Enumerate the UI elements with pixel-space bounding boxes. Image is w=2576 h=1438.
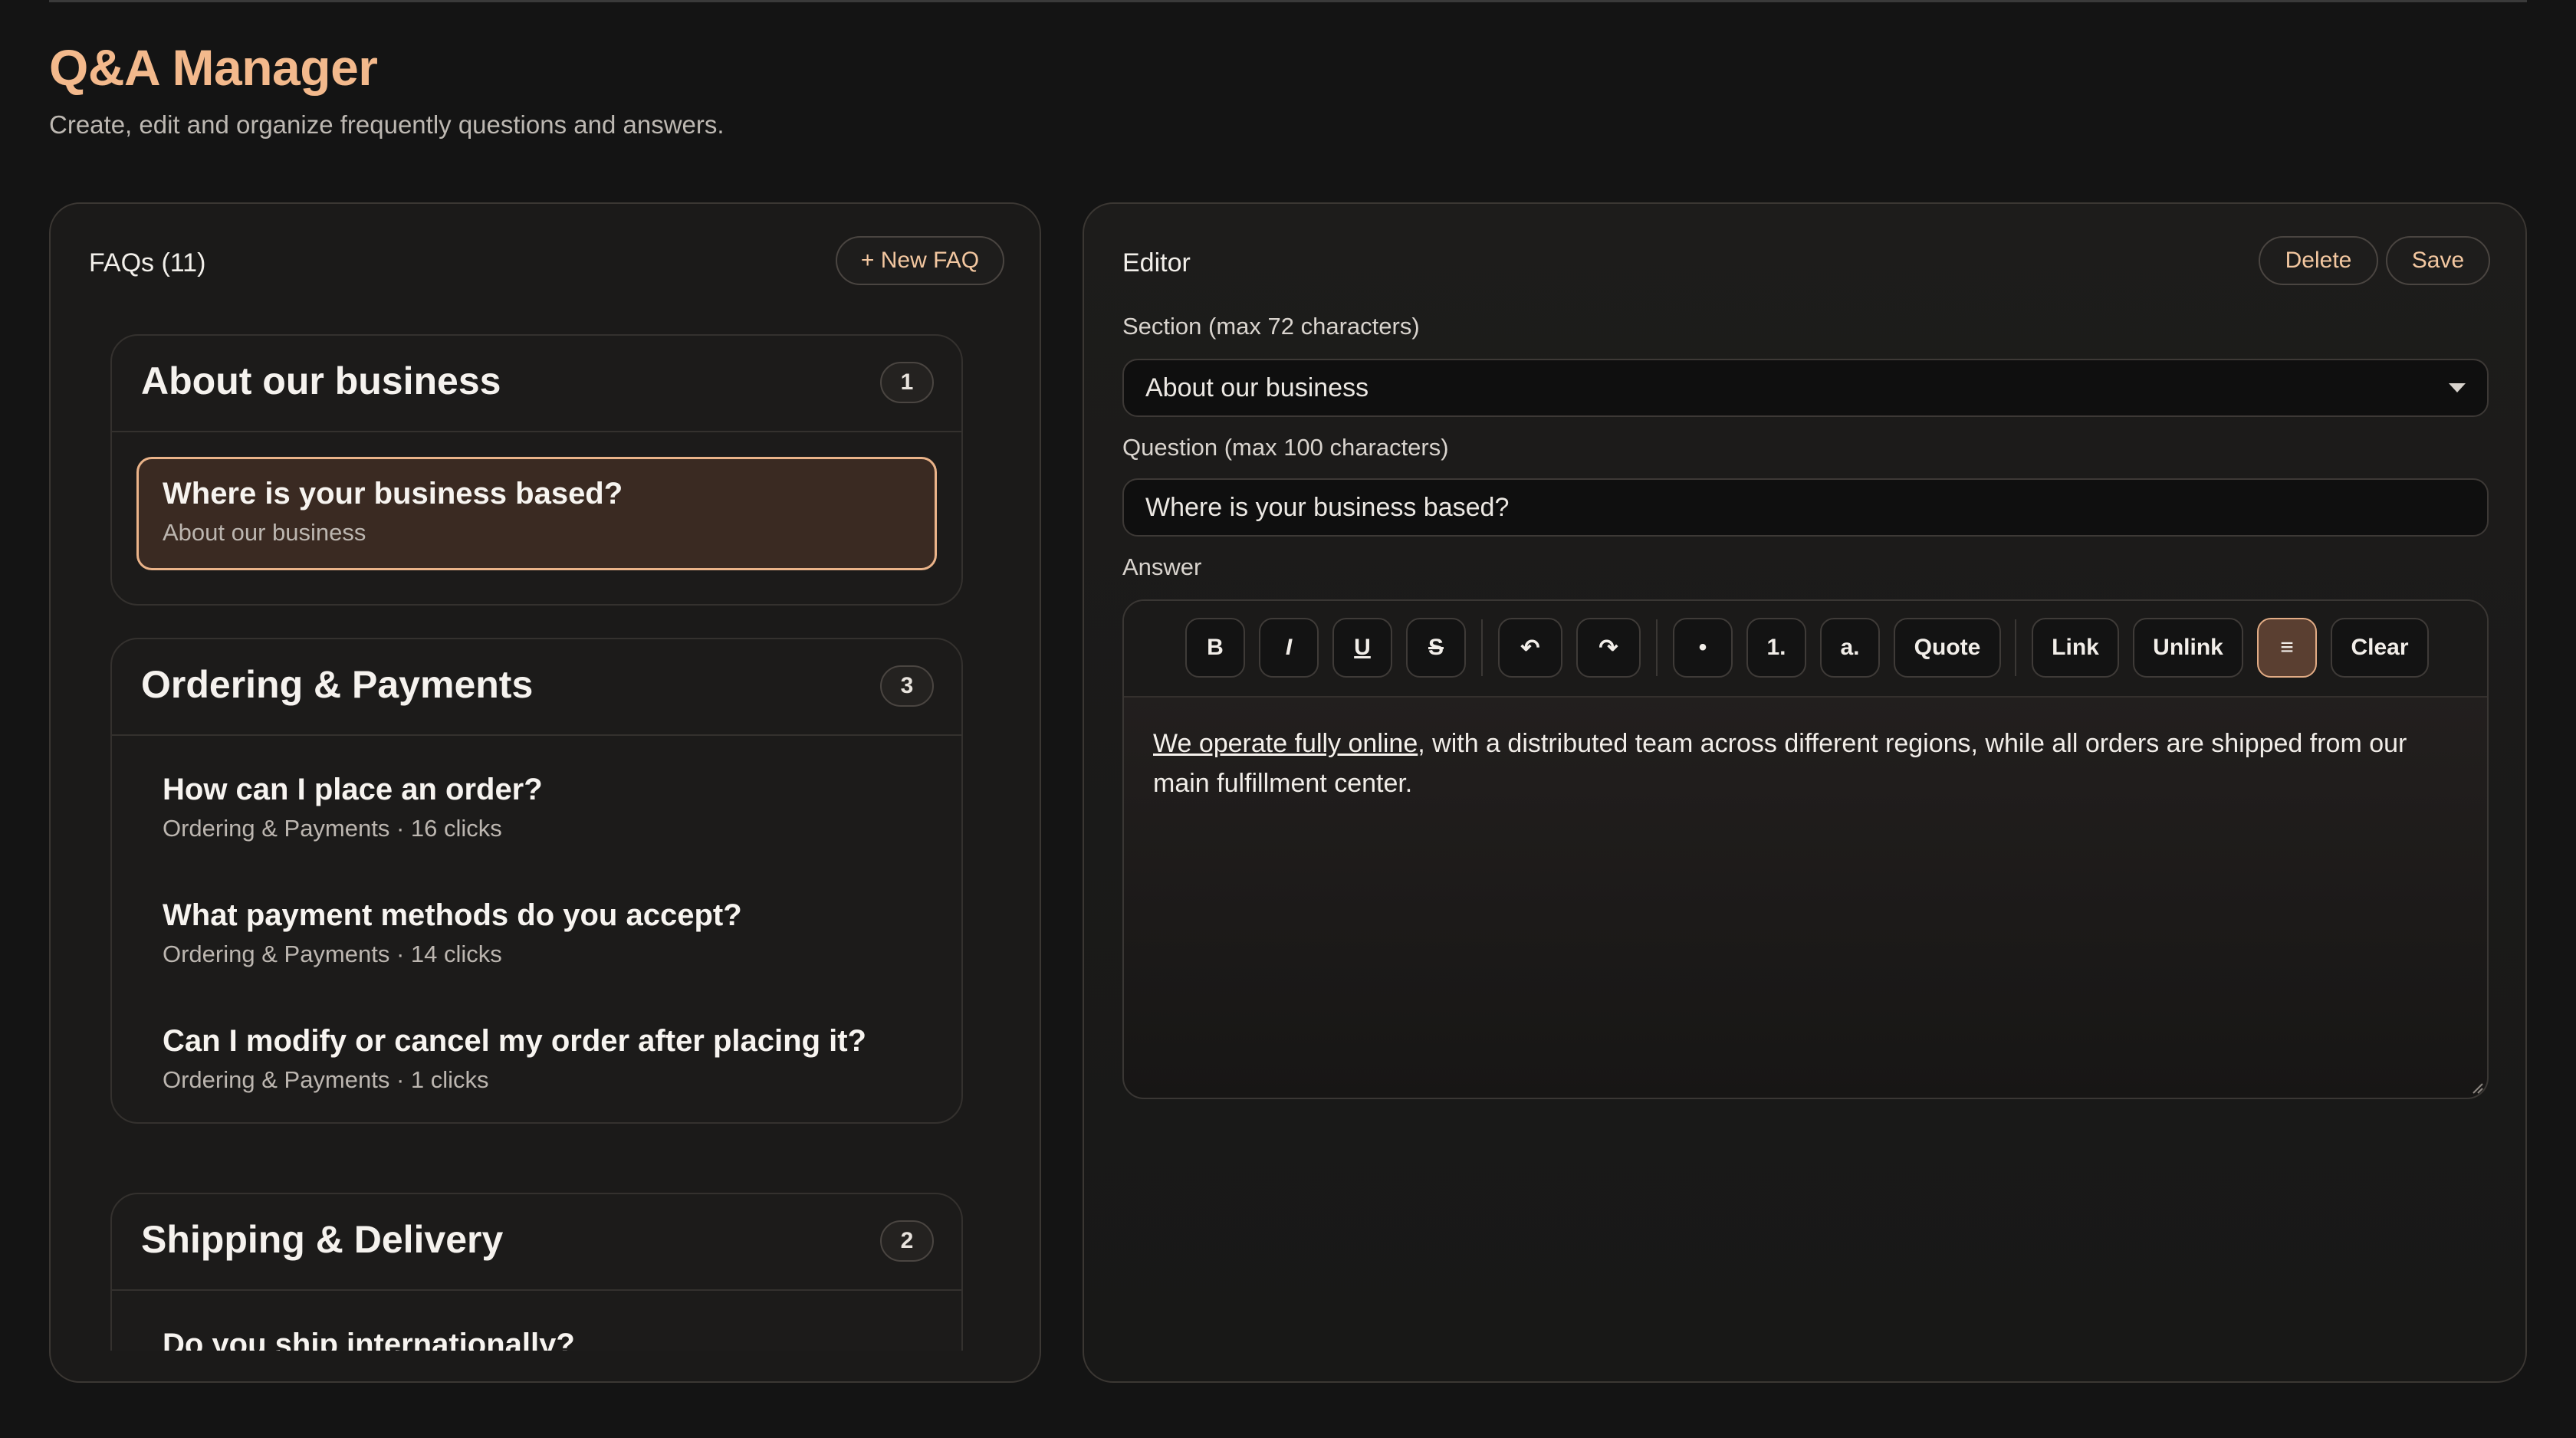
- unlink-button[interactable]: Unlink: [2133, 618, 2243, 678]
- faq-item[interactable]: What payment methods do you accept? Orde…: [136, 878, 937, 992]
- faq-question: How can I place an order?: [163, 773, 543, 806]
- editor-title: Editor: [1122, 248, 1191, 277]
- question-field-label: Question (max 100 characters): [1122, 434, 1449, 461]
- chevron-down-icon: [2449, 383, 2466, 392]
- editor-panel: Editor Delete Save Section (max 72 chara…: [1083, 202, 2527, 1383]
- section-card-shipping: Shipping & Delivery 2 Do you ship intern…: [110, 1193, 963, 1351]
- clear-formatting-button[interactable]: Clear: [2331, 618, 2429, 678]
- section-count-badge: 2: [880, 1220, 934, 1262]
- faq-sections-scroll[interactable]: About our business 1 Where is your busin…: [110, 334, 963, 1351]
- section-title: Shipping & Delivery: [141, 1218, 504, 1261]
- faq-item[interactable]: How can I place an order? Ordering & Pay…: [136, 753, 937, 866]
- answer-textarea[interactable]: We operate fully online, with a distribu…: [1153, 724, 2461, 803]
- section-select-value: About our business: [1145, 373, 1369, 402]
- faq-item[interactable]: Do you ship internationally?: [136, 1308, 937, 1351]
- faq-meta: Ordering & Payments · 14 clicks: [163, 941, 502, 967]
- faq-question: Do you ship internationally?: [163, 1328, 575, 1351]
- link-button[interactable]: Link: [2032, 618, 2119, 678]
- faq-item[interactable]: Where is your business based? About our …: [136, 457, 937, 570]
- top-divider: [49, 0, 2527, 2]
- page-title: Q&A Manager: [49, 39, 378, 96]
- toolbar-divider: [1481, 619, 1483, 676]
- redo-button[interactable]: ↷: [1576, 618, 1641, 678]
- faq-meta: Ordering & Payments · 1 clicks: [163, 1066, 489, 1093]
- toolbar-divider: [2015, 619, 2016, 676]
- alpha-list-button[interactable]: a.: [1820, 618, 1880, 678]
- faq-item[interactable]: Can I modify or cancel my order after pl…: [136, 1004, 937, 1118]
- delete-button[interactable]: Delete: [2259, 236, 2378, 285]
- faq-list-title: FAQs (11): [89, 248, 206, 277]
- section-field-label: Section (max 72 characters): [1122, 313, 1420, 340]
- section-select[interactable]: About our business: [1122, 359, 2489, 417]
- section-card-ordering: Ordering & Payments 3 How can I place an…: [110, 638, 963, 1124]
- section-header[interactable]: About our business 1: [112, 336, 961, 432]
- undo-button[interactable]: ↶: [1498, 618, 1562, 678]
- section-card-about: About our business 1 Where is your busin…: [110, 334, 963, 606]
- faq-question: Where is your business based?: [163, 477, 623, 511]
- answer-field-label: Answer: [1122, 553, 1202, 580]
- section-count-badge: 3: [880, 665, 934, 707]
- question-input-value: Where is your business based?: [1145, 492, 1510, 522]
- section-header[interactable]: Shipping & Delivery 2: [112, 1194, 961, 1291]
- italic-button[interactable]: I: [1259, 618, 1319, 678]
- formatting-toolbar: B I U S ↶ ↷ • 1. a. Quote Link Unlink ≡ …: [1124, 601, 2487, 698]
- strikethrough-button[interactable]: S: [1406, 618, 1466, 678]
- underline-button[interactable]: U: [1332, 618, 1392, 678]
- faq-meta: About our business: [163, 519, 366, 546]
- section-title: Ordering & Payments: [141, 663, 534, 706]
- question-input[interactable]: Where is your business based?: [1122, 478, 2489, 537]
- faq-meta: Ordering & Payments · 16 clicks: [163, 815, 502, 842]
- faq-question: What payment methods do you accept?: [163, 898, 742, 932]
- bullet-list-button[interactable]: •: [1673, 618, 1733, 678]
- section-count-badge: 1: [880, 362, 934, 403]
- page-subtitle: Create, edit and organize frequently que…: [49, 110, 724, 139]
- answer-link[interactable]: We operate fully online: [1153, 729, 1418, 758]
- quote-button[interactable]: Quote: [1894, 618, 2001, 678]
- bold-button[interactable]: B: [1185, 618, 1245, 678]
- save-button[interactable]: Save: [2386, 236, 2490, 285]
- faq-list-panel: FAQs (11) + New FAQ About our business 1…: [49, 202, 1041, 1383]
- align-button[interactable]: ≡: [2257, 618, 2317, 678]
- answer-editor: B I U S ↶ ↷ • 1. a. Quote Link Unlink ≡ …: [1122, 599, 2489, 1099]
- toolbar-divider: [1656, 619, 1658, 676]
- section-title: About our business: [141, 360, 501, 402]
- section-header[interactable]: Ordering & Payments 3: [112, 639, 961, 736]
- new-faq-button[interactable]: + New FAQ: [836, 236, 1004, 285]
- resize-handle-icon[interactable]: [2470, 1081, 2484, 1095]
- faq-question: Can I modify or cancel my order after pl…: [163, 1024, 866, 1058]
- numbered-list-button[interactable]: 1.: [1746, 618, 1806, 678]
